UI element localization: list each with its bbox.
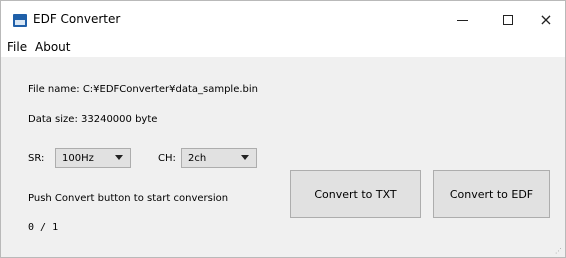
title-bar[interactable]: EDF Converter × bbox=[1, 1, 565, 39]
chevron-down-icon bbox=[241, 155, 249, 160]
window-title: EDF Converter bbox=[33, 12, 121, 26]
data-size-label: Data size: 33240000 byte bbox=[28, 114, 158, 125]
progress-counter: 0 / 1 bbox=[28, 222, 59, 233]
status-message: Push Convert button to start conversion bbox=[28, 193, 229, 204]
ch-select[interactable]: 2ch bbox=[181, 148, 257, 168]
edf-converter-window: EDF Converter × File About File name: C:… bbox=[0, 0, 566, 258]
sr-select[interactable]: 100Hz bbox=[55, 148, 131, 168]
chevron-down-icon bbox=[115, 155, 123, 160]
sr-select-value: 100Hz bbox=[62, 153, 94, 164]
convert-to-txt-button[interactable]: Convert to TXT bbox=[290, 170, 421, 218]
menu-file[interactable]: File bbox=[7, 40, 27, 54]
convert-to-edf-button[interactable]: Convert to EDF bbox=[433, 170, 550, 218]
close-button[interactable]: × bbox=[523, 1, 565, 39]
ch-label: CH: bbox=[158, 153, 176, 164]
file-name-label: File name: C:¥EDFConverter¥data_sample.b… bbox=[28, 84, 258, 95]
minimize-button[interactable] bbox=[439, 1, 485, 39]
resize-grip-icon[interactable]: ⋰ bbox=[555, 247, 563, 255]
menu-about[interactable]: About bbox=[35, 40, 70, 54]
ch-select-value: 2ch bbox=[188, 153, 207, 164]
sr-label: SR: bbox=[28, 153, 45, 164]
close-icon: × bbox=[539, 10, 553, 29]
app-icon bbox=[13, 14, 27, 27]
minimize-icon bbox=[456, 19, 468, 21]
maximize-icon bbox=[503, 15, 513, 25]
menu-bar: File About bbox=[1, 39, 565, 57]
